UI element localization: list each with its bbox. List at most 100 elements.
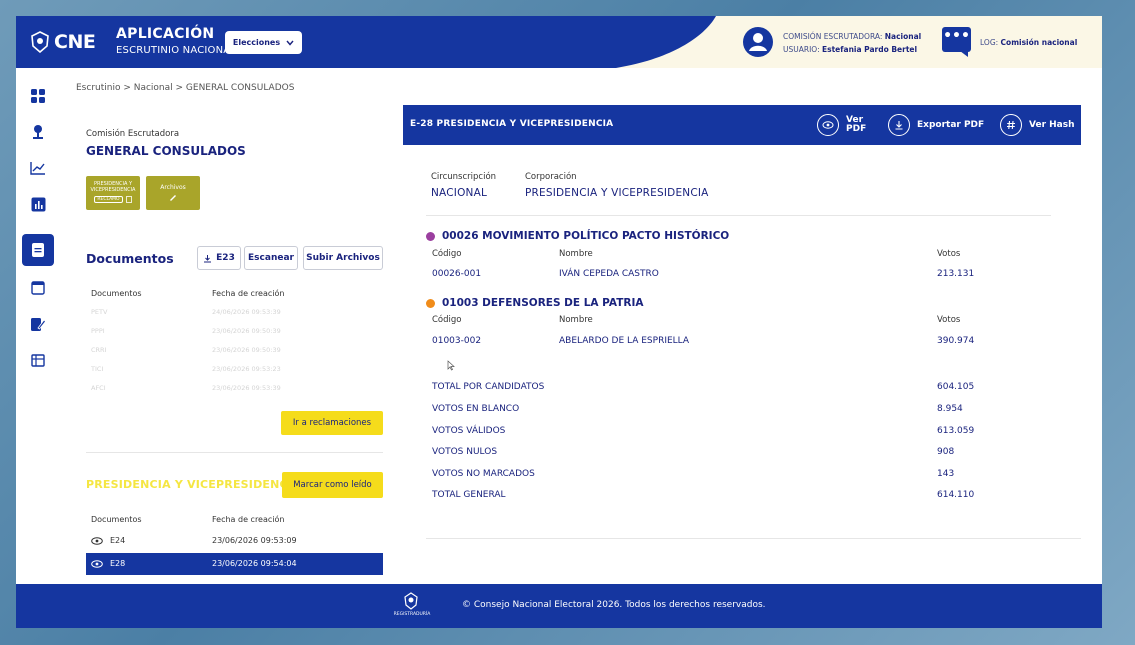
total-value: 8.954: [937, 404, 963, 414]
candidate-votes: 390.974: [937, 336, 975, 346]
candidate-code: 00026-001: [432, 269, 482, 279]
app-subtitle: ESCRUTINIO NACIONAL: [116, 45, 237, 56]
comision-prefix: COMISIÓN ESCRUTADORA:: [783, 32, 883, 41]
rail-item-documents[interactable]: [22, 234, 54, 266]
export-pdf-button[interactable]: Exportar PDF: [888, 114, 984, 136]
e23-button[interactable]: E23: [197, 246, 241, 270]
tile-archivos-label: Archivos: [160, 184, 186, 191]
header-wave-shape: [16, 16, 716, 68]
breadcrumb[interactable]: Escrutinio > Nacional > GENERAL CONSULAD…: [76, 83, 294, 93]
col-votes: Votos: [937, 315, 961, 325]
doc-name: E24: [110, 536, 126, 545]
divider: [426, 215, 1051, 216]
app-title: APLICACIÓN: [116, 26, 215, 42]
total-value: 613.059: [937, 426, 975, 436]
circ-value: NACIONAL: [431, 187, 488, 199]
faded-doc: CRRI: [91, 346, 107, 354]
logo-text: CNE: [54, 31, 96, 53]
doc-name: E28: [110, 559, 126, 568]
chat-bubble-icon[interactable]: •••: [942, 27, 971, 57]
cne-logo: CNE: [30, 26, 108, 58]
panel-title: E-28 PRESIDENCIA Y VICEPRESIDENCIA: [410, 119, 614, 129]
doc-row-e28[interactable]: E28 23/06/2026 09:54:04: [86, 553, 383, 575]
footer-text: © Consejo Nacional Electoral 2026. Todos…: [462, 600, 766, 610]
mark-as-read-button[interactable]: Marcar como leído: [282, 472, 383, 498]
total-label: VOTOS VÁLIDOS: [432, 426, 506, 436]
file-icon: [125, 196, 132, 203]
app-window: CNE APLICACIÓN ESCRUTINIO NACIONAL Elecc…: [16, 16, 1102, 628]
eye-icon: [91, 537, 103, 545]
candidate-votes: 213.131: [937, 269, 975, 279]
comision-value: GENERAL CONSULADOS: [86, 144, 246, 158]
col-date: Fecha de creación: [212, 289, 285, 298]
user-info: COMISIÓN ESCRUTADORA: Nacional USUARIO: …: [783, 30, 921, 56]
footer: REGISTRADURÍA © Consejo Nacional Elector…: [16, 584, 1102, 628]
total-value: 908: [937, 447, 955, 457]
upload-files-button[interactable]: Subir Archivos: [303, 246, 383, 270]
total-value: 614.110: [937, 490, 975, 500]
elecciones-label: Elecciones: [232, 38, 281, 47]
rail-item-trends[interactable]: [24, 154, 52, 182]
tile-badge: RECLAMO: [94, 196, 123, 203]
document-icon: [32, 243, 44, 257]
chevron-down-icon: [286, 40, 294, 46]
log-value: Comisión nacional: [1000, 38, 1078, 47]
doc-date: 23/06/2026 09:54:04: [212, 559, 297, 568]
divider: [426, 538, 1081, 539]
document-panel-header: E-28 PRESIDENCIA Y VICEPRESIDENCIA Ver P…: [403, 105, 1081, 145]
party-color-dot: [426, 231, 435, 241]
total-label: TOTAL GENERAL: [432, 490, 506, 500]
faded-date: 23/06/2026 09:53:23: [212, 365, 281, 373]
col-documents: Documentos: [91, 289, 142, 298]
view-pdf-button[interactable]: Ver PDF: [817, 114, 866, 136]
rail-item-stats[interactable]: [24, 190, 52, 218]
rail-item-edit-document[interactable]: [24, 310, 52, 338]
pencil-icon: [170, 195, 176, 201]
faded-date: 24/06/2026 09:53:39: [212, 308, 281, 316]
comision-value: Nacional: [884, 32, 922, 41]
faded-date: 23/06/2026 09:53:39: [212, 384, 281, 392]
elecciones-dropdown[interactable]: Elecciones: [225, 31, 302, 54]
rail-item-table[interactable]: [24, 346, 52, 374]
shield-emblem-icon: [31, 31, 49, 53]
rail-item-calendar[interactable]: [24, 274, 52, 302]
party-name: 00026 MOVIMIENTO POLÍTICO PACTO HISTÓRIC…: [442, 230, 730, 242]
scan-button[interactable]: Escanear: [244, 246, 298, 270]
registraduria-label: REGISTRADURÍA: [393, 612, 431, 617]
top-header: CNE APLICACIÓN ESCRUTINIO NACIONAL Elecc…: [16, 16, 1102, 68]
calendar-icon: [31, 281, 45, 295]
tile-archivos[interactable]: Archivos: [146, 176, 200, 210]
table-icon: [31, 353, 45, 367]
doc-date: 23/06/2026 09:53:09: [212, 536, 297, 545]
col-name: Nombre: [559, 249, 593, 259]
candidate-code: 01003-002: [432, 336, 482, 346]
view-hash-button[interactable]: Ver Hash: [1000, 114, 1075, 136]
party-header: 01003 DEFENSORES DE LA PATRIA: [426, 297, 644, 309]
col-documents-2: Documentos: [91, 515, 142, 524]
total-value: 604.105: [937, 382, 975, 392]
view-pdf-line2: PDF: [846, 124, 867, 134]
faded-date: 23/06/2026 09:50:39: [212, 346, 281, 354]
faded-doc: PETV: [91, 308, 108, 316]
rail-item-location[interactable]: [24, 118, 52, 146]
pin-icon: [33, 125, 43, 139]
presidencia-title: PRESIDENCIA Y VICEPRESIDENCIA: [86, 478, 301, 491]
go-to-claims-button[interactable]: Ir a reclamaciones: [281, 411, 383, 435]
total-value: 143: [937, 469, 955, 479]
export-pdf-label: Exportar PDF: [917, 120, 985, 130]
eye-icon: [817, 114, 839, 136]
tile-presidencia[interactable]: PRESIDENCIA Y VICEPRESIDENCIA RECLAMO: [86, 176, 140, 210]
col-votes: Votos: [937, 249, 961, 259]
rail-item-dashboard[interactable]: [24, 82, 52, 110]
total-label: TOTAL POR CANDIDATOS: [432, 382, 545, 392]
doc-row-e24[interactable]: E24 23/06/2026 09:53:09: [86, 532, 383, 552]
log-info: LOG: Comisión nacional: [980, 38, 1077, 47]
divider: [86, 452, 383, 453]
faded-date: 23/06/2026 09:50:39: [212, 327, 281, 335]
user-avatar-icon[interactable]: [743, 27, 773, 57]
circ-label: Circunscripción: [431, 172, 497, 182]
corp-value: PRESIDENCIA Y VICEPRESIDENCIA: [525, 187, 709, 199]
edit-document-icon: [31, 318, 46, 331]
line-chart-icon: [30, 162, 45, 175]
download-icon: [204, 254, 212, 262]
